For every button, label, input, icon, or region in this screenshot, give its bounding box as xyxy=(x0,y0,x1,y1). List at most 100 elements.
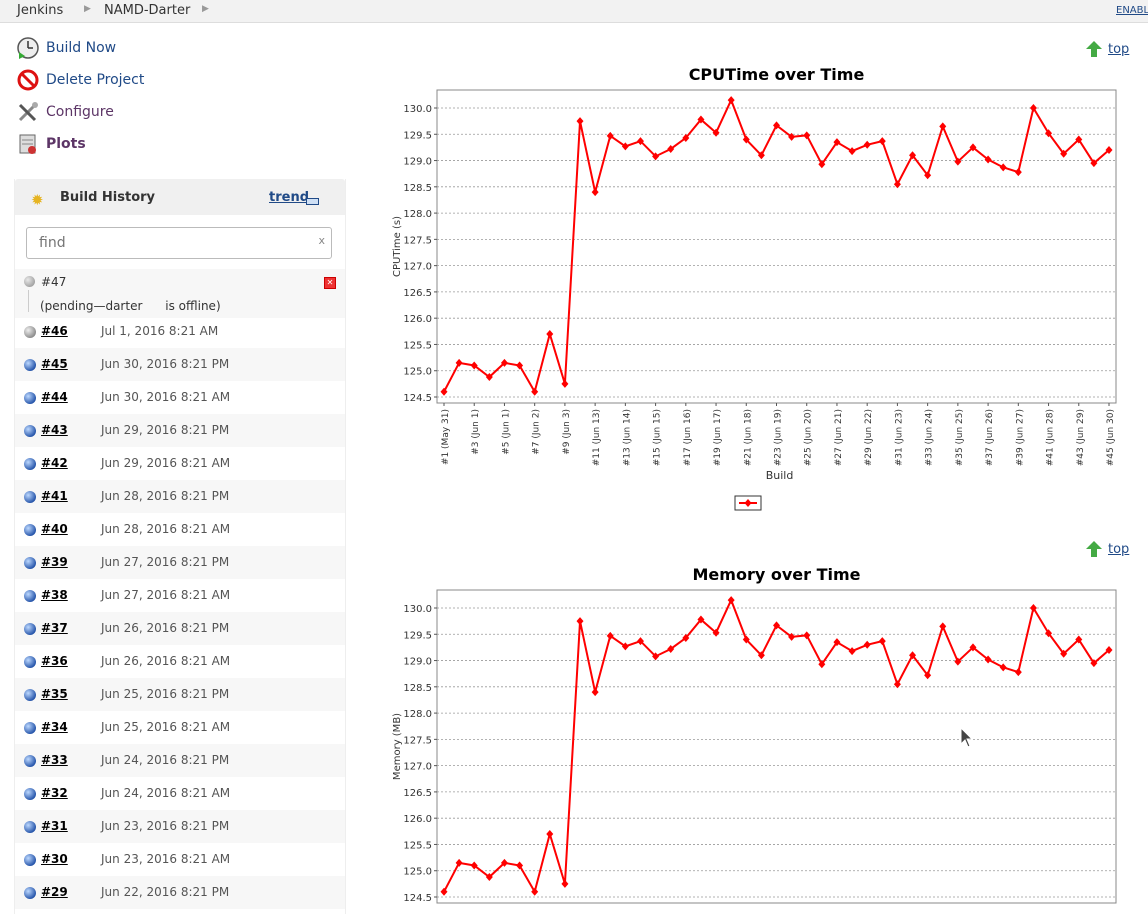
cancel-build-icon[interactable]: ✕ xyxy=(324,277,336,289)
build-status-icon xyxy=(24,359,36,371)
x-tick-label: #15 (Jun 15) xyxy=(653,409,663,466)
configure-task[interactable]: Configure xyxy=(16,99,114,125)
build-number-link[interactable]: #44 xyxy=(41,390,68,404)
build-date[interactable]: Jun 22, 2016 8:21 PM xyxy=(101,885,229,899)
y-tick-label: 129.5 xyxy=(403,630,432,641)
collapse-icon[interactable] xyxy=(306,198,319,205)
build-number-link[interactable]: #45 xyxy=(41,357,68,371)
build-number-link[interactable]: #35 xyxy=(41,687,68,701)
pending-status-icon xyxy=(24,276,35,287)
build-number-link[interactable]: #29 xyxy=(41,885,68,899)
build-date[interactable]: Jun 27, 2016 8:21 PM xyxy=(101,555,229,569)
build-number-link[interactable]: #46 xyxy=(41,324,68,338)
y-tick-label: 127.0 xyxy=(403,262,432,273)
y-axis-label: Memory (MB) xyxy=(392,713,403,780)
build-date[interactable]: Jun 23, 2016 8:21 AM xyxy=(101,852,230,866)
pending-build-text: (pending—darter is offline) xyxy=(40,299,221,313)
build-status-icon xyxy=(24,854,36,866)
top-link-label[interactable]: top xyxy=(1108,542,1129,557)
y-tick-label: 128.5 xyxy=(403,183,432,194)
build-number-link[interactable]: #33 xyxy=(41,753,68,767)
build-now-task[interactable]: Build Now xyxy=(16,35,116,61)
build-row: #34 Jun 25, 2016 8:21 AM xyxy=(15,711,345,744)
y-tick-label: 127.5 xyxy=(403,735,432,746)
build-date[interactable]: Jun 28, 2016 8:21 PM xyxy=(101,489,229,503)
build-status-icon xyxy=(24,458,36,470)
chart-title: CPUTime over Time xyxy=(689,65,865,84)
y-tick-label: 126.5 xyxy=(403,288,432,299)
build-number-link[interactable]: #34 xyxy=(41,720,68,734)
build-number-link[interactable]: #37 xyxy=(41,621,68,635)
trend-link[interactable]: trend xyxy=(269,190,309,205)
build-date[interactable]: Jun 24, 2016 8:21 PM xyxy=(101,753,229,767)
build-date[interactable]: Jun 30, 2016 8:21 AM xyxy=(101,390,230,404)
y-tick-label: 128.0 xyxy=(403,209,432,220)
plot-icon xyxy=(16,132,40,156)
plots-task[interactable]: Plots xyxy=(16,131,86,157)
delete-project-task[interactable]: Delete Project xyxy=(16,67,144,93)
mouse-cursor-icon xyxy=(960,727,974,748)
build-date[interactable]: Jul 1, 2016 8:21 AM xyxy=(101,324,218,338)
build-date[interactable]: Jun 26, 2016 8:21 AM xyxy=(101,654,230,668)
chevron-right-icon: ▶ xyxy=(202,4,209,14)
pending-connector xyxy=(28,290,29,312)
configure-label[interactable]: Configure xyxy=(46,104,114,120)
build-number-link[interactable]: #30 xyxy=(41,852,68,866)
y-tick-label: 127.0 xyxy=(403,762,432,773)
build-number-link[interactable]: #40 xyxy=(41,522,68,536)
build-date[interactable]: Jun 28, 2016 8:21 AM xyxy=(101,522,230,536)
build-status-icon xyxy=(24,755,36,767)
build-status-icon xyxy=(24,788,36,800)
delete-project-label[interactable]: Delete Project xyxy=(46,72,144,88)
no-entry-icon xyxy=(16,68,40,92)
y-tick-label: 126.0 xyxy=(403,314,432,325)
y-tick-label: 126.0 xyxy=(403,814,432,825)
breadcrumb-jenkins[interactable]: Jenkins xyxy=(17,3,63,18)
clear-search-icon[interactable]: x xyxy=(318,234,325,247)
build-date[interactable]: Jun 27, 2016 8:21 AM xyxy=(101,588,230,602)
y-tick-label: 124.5 xyxy=(403,393,432,404)
build-row: #36 Jun 26, 2016 8:21 AM xyxy=(15,645,345,678)
build-row: #37 Jun 26, 2016 8:21 PM xyxy=(15,612,345,645)
build-number-link[interactable]: #43 xyxy=(41,423,68,437)
y-tick-label: 129.0 xyxy=(403,657,432,668)
build-date[interactable]: Jun 29, 2016 8:21 PM xyxy=(101,423,229,437)
build-row: #46 Jul 1, 2016 8:21 AM xyxy=(15,315,345,348)
build-row: #39 Jun 27, 2016 8:21 PM xyxy=(15,546,345,579)
build-date[interactable]: Jun 24, 2016 8:21 AM xyxy=(101,786,230,800)
build-date[interactable]: Jun 29, 2016 8:21 AM xyxy=(101,456,230,470)
x-tick-label: #35 (Jun 25) xyxy=(955,409,965,466)
build-number-link[interactable]: #38 xyxy=(41,588,68,602)
build-number-link[interactable]: #39 xyxy=(41,555,68,569)
build-date[interactable]: Jun 23, 2016 8:21 PM xyxy=(101,819,229,833)
build-status-icon xyxy=(24,689,36,701)
plots-label[interactable]: Plots xyxy=(46,136,86,152)
build-status-icon xyxy=(24,623,36,635)
build-number-link[interactable]: #32 xyxy=(41,786,68,800)
x-tick-label: #1 (May 31) xyxy=(441,409,451,465)
build-row: #38 Jun 27, 2016 8:21 AM xyxy=(15,579,345,612)
y-tick-label: 130.0 xyxy=(403,104,432,115)
enable-auto-refresh-link[interactable]: ENABLE AUTO REFRESH xyxy=(1116,5,1148,16)
x-tick-label: #43 (Jun 29) xyxy=(1076,409,1086,466)
build-search-input[interactable] xyxy=(37,228,311,258)
build-number-link[interactable]: #31 xyxy=(41,819,68,833)
build-date[interactable]: Jun 30, 2016 8:21 PM xyxy=(101,357,229,371)
top-link[interactable]: top xyxy=(1085,40,1129,58)
y-tick-label: 125.0 xyxy=(403,867,432,878)
x-tick-label: #17 (Jun 16) xyxy=(683,409,693,466)
y-tick-label: 129.5 xyxy=(403,130,432,141)
top-link-2[interactable]: top xyxy=(1085,540,1129,558)
build-number-link[interactable]: #42 xyxy=(41,456,68,470)
build-number-link[interactable]: #36 xyxy=(41,654,68,668)
build-number-link[interactable]: #41 xyxy=(41,489,68,503)
x-tick-label: #11 (Jun 13) xyxy=(592,409,602,466)
build-date[interactable]: Jun 26, 2016 8:21 PM xyxy=(101,621,229,635)
y-axis-label: CPUTime (s) xyxy=(392,216,403,277)
x-tick-label: #3 (Jun 1) xyxy=(471,409,481,455)
build-now-label[interactable]: Build Now xyxy=(46,40,116,56)
top-link-label[interactable]: top xyxy=(1108,42,1129,57)
breadcrumb-project[interactable]: NAMD-Darter xyxy=(104,3,190,18)
build-date[interactable]: Jun 25, 2016 8:21 PM xyxy=(101,687,229,701)
build-date[interactable]: Jun 25, 2016 8:21 AM xyxy=(101,720,230,734)
